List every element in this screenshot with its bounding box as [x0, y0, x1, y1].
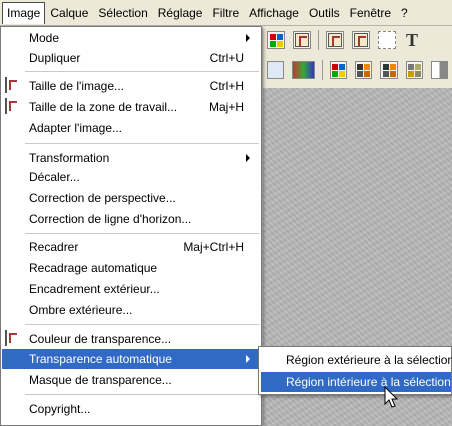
- menu-affichage[interactable]: Affichage: [244, 3, 304, 23]
- menu-item-encadrement[interactable]: Encadrement extérieur...: [2, 279, 260, 299]
- menu-item-shortcut: Ctrl+H: [209, 79, 244, 93]
- text-tool-icon[interactable]: T: [406, 30, 418, 51]
- menu-item-adapter[interactable]: Adapter l'image...: [2, 118, 260, 138]
- menu-outils[interactable]: Outils: [304, 3, 345, 23]
- transparency-color-icon: [5, 330, 21, 347]
- menu-filtre[interactable]: Filtre: [207, 3, 244, 23]
- image-size-icon: [5, 77, 21, 94]
- image-menu: Mode Dupliquer Ctrl+U Taille de l'image.…: [0, 26, 262, 426]
- menu-help[interactable]: ?: [396, 3, 413, 23]
- menu-item-label: Masque de transparence...: [29, 373, 172, 387]
- menu-item-recadrage-auto[interactable]: Recadrage automatique: [2, 258, 260, 278]
- menu-item-taille-image[interactable]: Taille de l'image... Ctrl+H: [2, 76, 260, 96]
- menu-item-label: Adapter l'image...: [29, 121, 123, 135]
- menu-item-label: Dupliquer: [29, 51, 81, 65]
- toolbar-divider: [318, 30, 319, 50]
- menu-item-horizon[interactable]: Correction de ligne d'horizon...: [2, 209, 260, 229]
- menu-item-label: Encadrement extérieur...: [29, 282, 160, 296]
- menu-item-label: Correction de ligne d'horizon...: [29, 212, 192, 226]
- menu-item-recadrer[interactable]: Recadrer Maj+Ctrl+H: [2, 237, 260, 257]
- submenu-arrow-icon: [246, 34, 250, 42]
- menu-item-label: Taille de l'image...: [29, 79, 125, 93]
- canvas-size-icon: [5, 98, 21, 115]
- compare-tool-icon[interactable]: [430, 61, 448, 79]
- submenu-item-region-exterieure[interactable]: Région extérieure à la sélection: [261, 350, 452, 370]
- menu-separator: [25, 143, 259, 144]
- submenu-arrow-icon: [246, 355, 250, 363]
- menu-item-copyright[interactable]: Copyright...: [2, 399, 260, 419]
- resize-tool-icon[interactable]: [352, 31, 370, 49]
- transparence-auto-submenu: Région extérieure à la sélection Région …: [258, 346, 452, 395]
- color-swatch-1-icon[interactable]: [330, 61, 348, 79]
- submenu-item-label: Région extérieure à la sélection: [286, 353, 452, 367]
- menu-item-label: Copyright...: [29, 402, 91, 416]
- menu-separator: [25, 324, 259, 325]
- menu-item-label: Mode: [29, 31, 60, 45]
- color-swatch-3-icon[interactable]: [380, 61, 398, 79]
- canvas-size-tool-icon[interactable]: [326, 31, 344, 49]
- menu-item-couleur-transparence[interactable]: Couleur de transparence...: [2, 329, 260, 349]
- toolbar-divider: [322, 60, 324, 80]
- submenu-item-region-interieure[interactable]: Région intérieure à la sélection: [261, 372, 451, 392]
- menu-item-transparence-auto[interactable]: Transparence automatique: [2, 349, 260, 369]
- menu-item-shortcut: Maj+Ctrl+H: [183, 240, 244, 254]
- menu-item-perspective[interactable]: Correction de perspective...: [2, 188, 260, 208]
- menubar: Image Calque Sélection Réglage Filtre Af…: [0, 0, 452, 26]
- menu-item-transformation[interactable]: Transformation: [2, 148, 260, 168]
- menu-separator: [25, 233, 259, 234]
- menu-selection[interactable]: Sélection: [93, 3, 152, 23]
- menu-separator: [25, 394, 259, 395]
- menu-item-masque-transparence[interactable]: Masque de transparence...: [2, 370, 260, 390]
- menu-calque[interactable]: Calque: [45, 3, 93, 23]
- menu-item-label: Couleur de transparence...: [29, 332, 172, 346]
- menu-item-label: Correction de perspective...: [29, 191, 176, 205]
- menu-item-label: Transformation: [29, 151, 110, 165]
- image-size-tool-icon[interactable]: [293, 31, 311, 49]
- submenu-item-label: Région intérieure à la sélection: [286, 375, 451, 389]
- menu-item-label: Décaler...: [29, 170, 80, 184]
- menu-image[interactable]: Image: [2, 2, 46, 24]
- submenu-arrow-icon: [246, 154, 250, 162]
- color-swatch-4-icon[interactable]: [405, 61, 423, 79]
- menu-separator: [25, 71, 259, 72]
- palette-tool-icon[interactable]: [292, 61, 316, 79]
- mouse-cursor-icon: [384, 386, 399, 408]
- brush-tool-icon[interactable]: [267, 61, 285, 79]
- menu-item-mode[interactable]: Mode: [2, 28, 260, 48]
- color-swatch-2-icon[interactable]: [355, 61, 373, 79]
- menu-fenetre[interactable]: Fenêtre: [345, 3, 396, 23]
- menu-item-label: Recadrage automatique: [29, 261, 158, 275]
- menu-item-ombre[interactable]: Ombre extérieure...: [2, 300, 260, 320]
- menu-item-decaler[interactable]: Décaler...: [2, 167, 260, 187]
- selection-tool-icon[interactable]: [378, 31, 396, 49]
- menu-item-dupliquer[interactable]: Dupliquer Ctrl+U: [2, 48, 260, 68]
- menu-item-taille-zone[interactable]: Taille de la zone de travail... Maj+H: [2, 97, 260, 117]
- color-grid-icon[interactable]: [267, 31, 285, 49]
- menu-item-shortcut: Maj+H: [208, 100, 244, 114]
- menu-item-label: Taille de la zone de travail...: [29, 100, 178, 114]
- menu-item-label: Ombre extérieure...: [29, 303, 133, 317]
- menu-item-label: Recadrer: [29, 240, 79, 254]
- menu-reglage[interactable]: Réglage: [153, 3, 208, 23]
- menu-item-shortcut: Ctrl+U: [209, 51, 244, 65]
- toolbar: T: [263, 26, 452, 89]
- menu-item-label: Transparence automatique: [29, 352, 172, 366]
